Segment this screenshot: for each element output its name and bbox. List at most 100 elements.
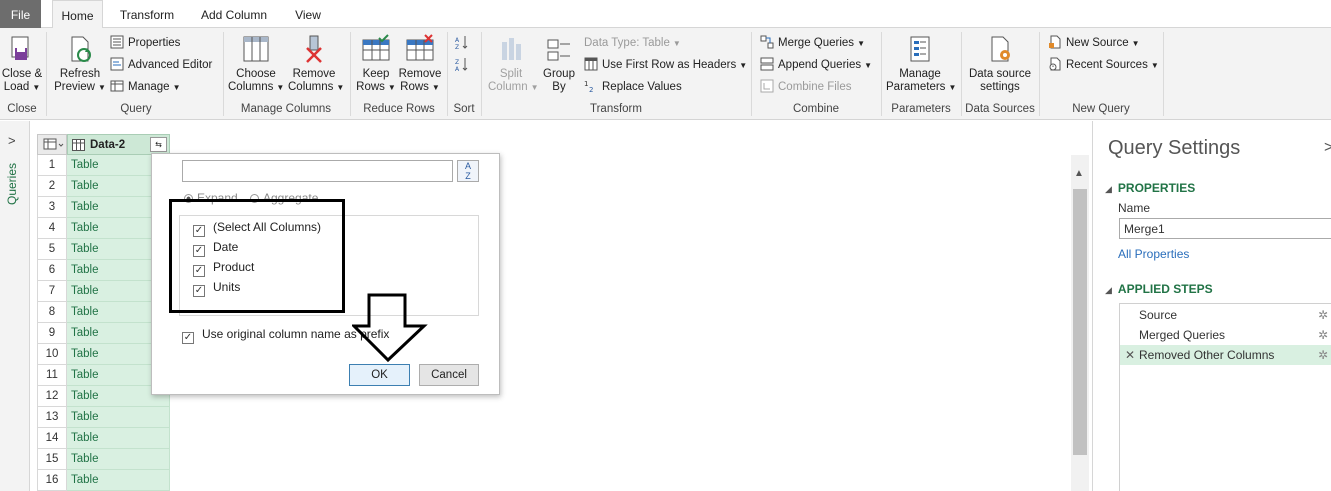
group-by-label-2: By: [552, 81, 566, 93]
manage-label: Manage: [128, 81, 170, 93]
gear-icon[interactable]: ✲: [1318, 345, 1328, 365]
close-and-load-button[interactable]: Close & Load ▼: [0, 34, 44, 94]
combine-files-button[interactable]: Combine Files: [760, 78, 852, 96]
step-merged-queries[interactable]: Merged Queries ✲: [1120, 325, 1331, 345]
row-number: 14: [37, 428, 67, 449]
svg-text:A: A: [455, 37, 460, 44]
checkmark-icon: ✓: [182, 332, 194, 344]
scroll-up-icon[interactable]: ▲: [1074, 168, 1084, 179]
collapse-triangle-icon: ◢: [1105, 285, 1112, 295]
merge-queries-button[interactable]: Merge Queries ▼: [760, 34, 865, 52]
ribbon-tab-bar: File Home Transform Add Column View: [0, 0, 1331, 29]
table-cell-link[interactable]: Table: [67, 407, 170, 428]
search-columns-input[interactable]: [182, 160, 453, 182]
ok-button[interactable]: OK: [349, 364, 410, 386]
split-column-label-1: Split: [499, 68, 523, 80]
remove-columns-label-2: Columns: [288, 81, 334, 93]
group-by-button[interactable]: Group By: [540, 34, 578, 94]
table-icon: [43, 138, 64, 150]
replace-values-icon: 12: [584, 80, 593, 93]
combine-files-icon: [760, 79, 774, 93]
expand-column-button[interactable]: ⇆: [150, 137, 167, 152]
row-number: 13: [37, 407, 67, 428]
keep-rows-button[interactable]: Keep Rows ▼: [356, 34, 396, 94]
split-column-label-2: Column: [488, 81, 528, 93]
step-source[interactable]: Source ✲: [1120, 305, 1331, 325]
remove-columns-button[interactable]: Remove Columns ▼: [288, 34, 344, 94]
sort-az-icon: AZ: [464, 161, 471, 181]
table-cell-link[interactable]: Table: [67, 449, 170, 470]
properties-label: Properties: [128, 37, 181, 49]
step-label: Merged Queries: [1139, 328, 1226, 342]
applied-steps-section-header[interactable]: ◢ APPLIED STEPS: [1105, 282, 1213, 296]
keep-rows-label-2: Rows: [356, 81, 385, 93]
expand-queries-chevron-icon[interactable]: >: [8, 133, 16, 148]
new-source-button[interactable]: New Source ▼: [1048, 34, 1140, 52]
advanced-editor-icon: [110, 57, 124, 71]
table-cell-link[interactable]: Table: [67, 428, 170, 449]
group-label-new-query: New Query: [1072, 103, 1130, 115]
advanced-editor-label: Advanced Editor: [128, 59, 213, 71]
split-column-button[interactable]: Split Column ▼: [488, 34, 539, 94]
query-name-input[interactable]: [1119, 218, 1331, 239]
gear-icon[interactable]: ✲: [1318, 325, 1328, 345]
choose-columns-button[interactable]: Choose Columns ▼: [228, 34, 284, 94]
sort-ascending-button[interactable]: AZ: [455, 34, 473, 52]
properties-section-header[interactable]: ◢ PROPERTIES: [1105, 181, 1195, 195]
manage-parameters-button[interactable]: Manage Parameters ▼: [886, 34, 956, 94]
append-queries-button[interactable]: Append Queries ▼: [760, 56, 872, 74]
table-type-icon: [72, 139, 85, 151]
manage-button[interactable]: Manage ▼: [110, 78, 180, 96]
group-divider: [46, 32, 47, 116]
properties-button[interactable]: Properties: [110, 34, 180, 52]
data-type-dropdown[interactable]: Data Type: Table ▼: [584, 34, 681, 52]
svg-text:Z: Z: [455, 44, 459, 49]
queries-pane-label[interactable]: Queries: [5, 163, 19, 233]
close-pane-icon[interactable]: >: [1324, 139, 1331, 157]
row-number: 2: [37, 176, 67, 197]
table-cell-link[interactable]: Table: [67, 470, 170, 491]
sort-descending-button[interactable]: ZA: [455, 56, 473, 74]
tab-transform[interactable]: Transform: [113, 0, 181, 28]
step-removed-other-columns[interactable]: ✕ Removed Other Columns ✲: [1120, 345, 1331, 365]
delete-step-icon[interactable]: ✕: [1125, 345, 1135, 365]
recent-sources-button[interactable]: Recent Sources ▼: [1048, 56, 1159, 74]
use-first-row-as-headers-button[interactable]: Use First Row as Headers ▼: [584, 56, 747, 74]
new-source-icon: [1049, 35, 1061, 49]
remove-rows-label-1: Remove: [398, 68, 442, 80]
advanced-editor-button[interactable]: Advanced Editor: [110, 56, 212, 74]
row-number: 10: [37, 344, 67, 365]
ribbon: Close & Load ▼ Close Refresh Preview ▼ Pro…: [0, 28, 1331, 120]
tab-add-column[interactable]: Add Column: [193, 0, 275, 28]
vertical-scrollbar[interactable]: ▲: [1071, 155, 1089, 491]
all-properties-link[interactable]: All Properties: [1118, 247, 1189, 261]
close-load-label-1: Close &: [1, 68, 43, 80]
data-source-settings-icon: [991, 36, 1010, 62]
refresh-preview-button[interactable]: Refresh Preview ▼: [54, 34, 106, 94]
table-menu-button[interactable]: [37, 134, 67, 155]
row-number: 16: [37, 470, 67, 491]
append-queries-icon: [760, 57, 774, 71]
group-divider: [1163, 32, 1164, 116]
tab-view[interactable]: View: [287, 0, 329, 28]
tab-file[interactable]: File: [0, 0, 41, 28]
group-by-label-1: Group: [543, 68, 575, 80]
group-label-parameters: Parameters: [891, 103, 951, 115]
gear-icon[interactable]: ✲: [1318, 305, 1328, 325]
data-source-label-1: Data source: [968, 68, 1031, 80]
tab-home[interactable]: Home: [52, 0, 103, 29]
remove-rows-button[interactable]: Remove Rows ▼: [398, 34, 442, 94]
sort-columns-button[interactable]: AZ: [457, 160, 479, 182]
replace-values-button[interactable]: 1 2 Replace Values: [584, 78, 682, 96]
keep-rows-icon: [362, 34, 390, 61]
data-source-settings-button[interactable]: Data source settings: [964, 34, 1036, 94]
properties-icon: [110, 35, 124, 49]
annotation-down-arrow-icon: [352, 293, 428, 363]
scrollbar-thumb[interactable]: [1073, 189, 1087, 455]
group-divider: [350, 32, 351, 116]
group-label-reduce-rows: Reduce Rows: [363, 103, 435, 115]
refresh-label-1: Refresh: [59, 68, 101, 80]
first-row-headers-icon: [584, 57, 598, 71]
cancel-button[interactable]: Cancel: [419, 364, 479, 386]
choose-columns-label-2: Columns: [228, 81, 274, 93]
